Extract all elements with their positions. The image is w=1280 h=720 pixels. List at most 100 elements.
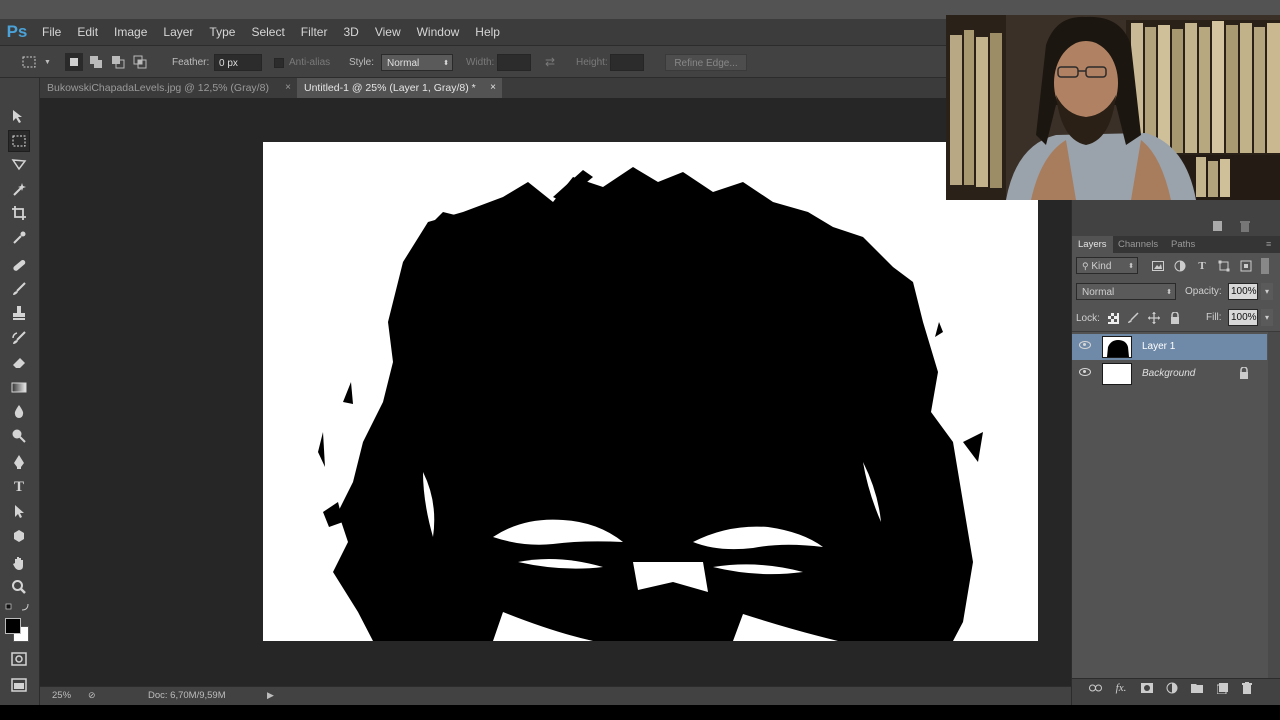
pen-icon[interactable] xyxy=(8,451,30,473)
default-swap-colors-icon[interactable] xyxy=(4,601,34,613)
width-label: Width: xyxy=(466,57,495,68)
brush-icon[interactable] xyxy=(8,278,30,300)
zoom-icon[interactable] xyxy=(8,576,30,598)
opacity-arrow-icon[interactable]: ▾ xyxy=(1261,283,1273,300)
blend-mode-select[interactable]: Normal ⬍ xyxy=(1076,283,1176,300)
marquee-preset-icon[interactable] xyxy=(20,53,38,71)
adjustment-layer-icon[interactable] xyxy=(1165,681,1179,695)
menu-file[interactable]: File xyxy=(34,19,69,45)
lasso-icon[interactable] xyxy=(8,154,30,176)
fx-icon[interactable]: fx. xyxy=(1114,681,1128,695)
foreground-color-swatch[interactable] xyxy=(5,618,21,634)
link-icon[interactable] xyxy=(1088,681,1102,695)
path-select-icon[interactable] xyxy=(8,500,30,522)
layer-name: Background xyxy=(1142,368,1196,379)
crop-icon[interactable] xyxy=(8,202,30,224)
intersect-selection-icon[interactable] xyxy=(131,53,149,71)
lock-pixels-icon[interactable] xyxy=(1126,311,1140,325)
feather-input[interactable]: 0 px xyxy=(214,54,262,71)
close-icon[interactable]: × xyxy=(490,78,496,98)
menu-type[interactable]: Type xyxy=(201,19,243,45)
subtract-selection-icon[interactable] xyxy=(109,53,127,71)
status-menu-arrow-icon[interactable]: ▶ xyxy=(267,690,274,701)
smart-object-filter-icon[interactable] xyxy=(1239,259,1253,273)
menu-window[interactable]: Window xyxy=(409,19,468,45)
width-input[interactable] xyxy=(497,54,531,71)
swap-icon[interactable]: ⇄ xyxy=(545,54,555,71)
tab-channels[interactable]: Channels xyxy=(1112,236,1164,253)
move-icon[interactable] xyxy=(8,105,30,127)
pixel-filter-icon[interactable] xyxy=(1151,259,1165,273)
filter-toggle-icon[interactable] xyxy=(1261,258,1269,274)
app-logo: Ps xyxy=(6,22,28,41)
tab-untitled[interactable]: Untitled-1 @ 25% (Layer 1, Gray/8) * × xyxy=(297,78,502,98)
fill-arrow-icon[interactable]: ▾ xyxy=(1261,309,1273,326)
lock-transparency-icon[interactable] xyxy=(1106,311,1120,325)
tab-paths[interactable]: Paths xyxy=(1165,236,1201,253)
layer-row-layer1[interactable]: Layer 1 xyxy=(1072,334,1267,360)
adjustment-filter-icon[interactable] xyxy=(1173,259,1187,273)
opacity-input[interactable]: 100% xyxy=(1228,283,1258,300)
menu-help[interactable]: Help xyxy=(467,19,508,45)
dodge-icon[interactable] xyxy=(8,425,30,447)
threshold-portrait-image xyxy=(263,142,1038,641)
layers-panel: ⚲ Kind ⬍ T Normal ⬍ Opacity: 100% ▾ Lock… xyxy=(1072,253,1280,678)
mask-icon[interactable] xyxy=(1140,681,1154,695)
layer-name: Layer 1 xyxy=(1142,341,1176,352)
type-icon[interactable]: T xyxy=(8,476,30,498)
shape-filter-icon[interactable] xyxy=(1217,259,1231,273)
layer-thumbnail xyxy=(1102,336,1132,358)
shape-icon[interactable] xyxy=(8,525,30,547)
menu-view[interactable]: View xyxy=(367,19,409,45)
zoom-level[interactable]: 25% xyxy=(52,690,71,701)
tab-bukowski[interactable]: BukowskiChapadaLevels.jpg @ 12,5% (Gray/… xyxy=(40,78,297,98)
history-brush-icon[interactable] xyxy=(8,327,30,349)
trash-icon[interactable] xyxy=(1238,220,1252,232)
gradient-icon[interactable] xyxy=(8,376,30,398)
folder-icon[interactable] xyxy=(1190,681,1204,695)
add-selection-icon[interactable] xyxy=(87,53,105,71)
eye-icon[interactable] xyxy=(1079,368,1091,376)
style-select[interactable]: Normal ⬍ xyxy=(381,54,453,71)
document-canvas[interactable] xyxy=(263,142,1038,641)
panel-menu-icon[interactable]: ≡ xyxy=(1260,236,1277,253)
delete-layer-icon[interactable] xyxy=(1240,681,1254,695)
magic-wand-icon[interactable] xyxy=(8,178,30,200)
style-label: Style: xyxy=(349,57,375,68)
height-input[interactable] xyxy=(610,54,644,71)
layer-row-background[interactable]: Background xyxy=(1072,361,1267,387)
healing-icon[interactable] xyxy=(8,254,30,276)
screen-mode-icon[interactable] xyxy=(8,674,30,696)
antialias-label: Anti-alias xyxy=(289,57,331,68)
hand-icon[interactable] xyxy=(8,552,30,574)
menu-layer[interactable]: Layer xyxy=(155,19,201,45)
new-layer-icon[interactable] xyxy=(1215,681,1229,695)
lock-label: Lock: xyxy=(1076,313,1100,324)
eyedropper-icon[interactable] xyxy=(8,227,30,249)
eye-icon[interactable] xyxy=(1079,341,1091,349)
antialias-checkbox[interactable] xyxy=(274,58,284,68)
lock-all-icon[interactable] xyxy=(1168,311,1182,325)
type-filter-icon[interactable]: T xyxy=(1195,259,1209,273)
lock-position-icon[interactable] xyxy=(1147,311,1161,325)
stamp-icon[interactable] xyxy=(8,302,30,324)
quick-mask-icon[interactable] xyxy=(8,648,30,670)
menu-select[interactable]: Select xyxy=(243,19,292,45)
menu-filter[interactable]: Filter xyxy=(293,19,336,45)
new-document-icon[interactable] xyxy=(1210,220,1224,232)
menu-3d[interactable]: 3D xyxy=(335,19,366,45)
divider xyxy=(1072,331,1280,332)
preset-dropdown-arrow-icon[interactable]: ▼ xyxy=(44,54,51,71)
blur-icon[interactable] xyxy=(8,400,30,422)
fill-input[interactable]: 100% xyxy=(1228,309,1258,326)
close-icon[interactable]: × xyxy=(285,78,291,98)
kind-filter-select[interactable]: ⚲ Kind ⬍ xyxy=(1076,257,1138,274)
menu-image[interactable]: Image xyxy=(106,19,155,45)
tab-layers[interactable]: Layers xyxy=(1072,236,1113,253)
refine-edge-button[interactable]: Refine Edge... xyxy=(665,54,747,71)
new-selection-icon[interactable] xyxy=(65,53,83,71)
marquee-icon[interactable] xyxy=(8,130,30,152)
eraser-icon[interactable] xyxy=(8,351,30,373)
menu-edit[interactable]: Edit xyxy=(69,19,106,45)
layers-scrollbar[interactable] xyxy=(1268,332,1280,678)
